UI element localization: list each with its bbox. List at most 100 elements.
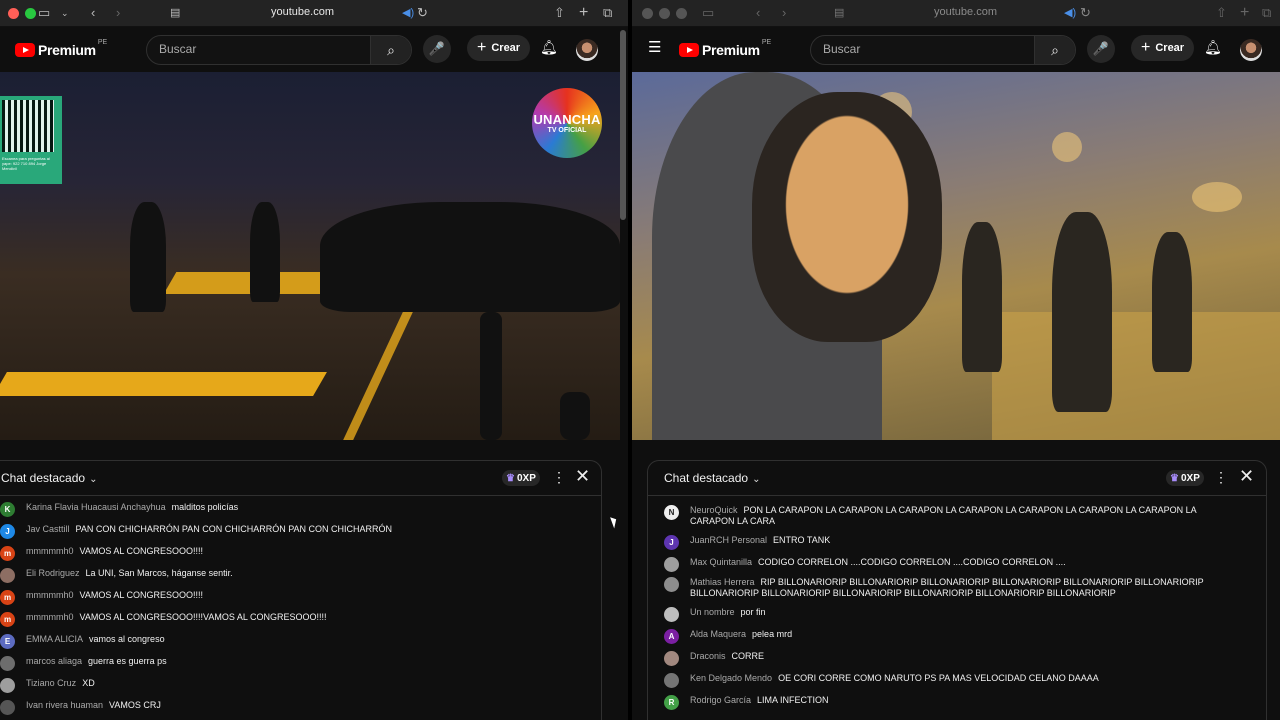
search-box[interactable]: ⌕	[146, 35, 412, 65]
chat-author[interactable]: Jav Casttill	[26, 524, 70, 534]
chat-message[interactable]: Ken Delgado Mendo OE CORI CORRE COMO NARU…	[664, 673, 1234, 688]
chat-author[interactable]: EMMA ALICIA	[26, 634, 83, 644]
chat-author[interactable]: Eli Rodriguez	[26, 568, 80, 578]
forward-icon[interactable]: ›	[116, 5, 120, 21]
chat-author[interactable]: marcos aliaga	[26, 656, 82, 666]
search-icon[interactable]: ⌕	[1034, 36, 1075, 64]
avatar[interactable]: A	[664, 629, 679, 644]
address-bar[interactable]: youtube.com	[934, 6, 997, 18]
avatar[interactable]	[0, 700, 15, 715]
new-tab-icon[interactable]: +	[1240, 5, 1249, 21]
avatar[interactable]: m	[0, 590, 15, 605]
avatar[interactable]	[1240, 39, 1262, 61]
avatar[interactable]: E	[0, 634, 15, 649]
chat-message[interactable]: R Rodrigo García LIMA INFECTION	[664, 695, 1234, 710]
chat-author[interactable]: Max Quintanilla	[690, 557, 752, 567]
close-icon[interactable]: ✕	[575, 466, 590, 487]
video-player[interactable]	[632, 72, 1280, 440]
reload-icon[interactable]: ↻	[417, 5, 428, 21]
tabs-overview-icon[interactable]: ⧉	[603, 5, 612, 21]
sidebar-toggle-icon[interactable]: ▭	[702, 5, 714, 21]
create-button[interactable]: + Crear	[467, 35, 531, 61]
chat-author[interactable]: mmmmmh0	[26, 590, 74, 600]
chat-message[interactable]: E EMMA ALICIA vamos al congreso	[0, 634, 560, 649]
avatar[interactable]	[664, 651, 679, 666]
avatar[interactable]	[664, 673, 679, 688]
bell-icon[interactable]: 🔔︎	[540, 39, 558, 56]
mic-icon[interactable]: 🎤	[1087, 35, 1115, 63]
close-window-button[interactable]	[642, 8, 653, 19]
chat-message[interactable]: Eli Rodriguez La UNI, San Marcos, háganse…	[0, 568, 560, 583]
scrollbar[interactable]	[620, 30, 626, 220]
avatar[interactable]	[0, 568, 15, 583]
avatar[interactable]: J	[0, 524, 15, 539]
back-icon[interactable]: ‹	[91, 5, 95, 21]
chat-message[interactable]: m mmmmmh0 VAMOS AL CONGRESOOO!!!!VAMOS AL …	[0, 612, 560, 627]
zoom-window-button[interactable]	[25, 8, 36, 19]
avatar[interactable]	[664, 557, 679, 572]
chat-message[interactable]: marcos aliaga guerra es guerra ps	[0, 656, 560, 671]
chevron-down-icon[interactable]: ⌄	[61, 5, 69, 21]
more-options-icon[interactable]: ⋮	[1214, 469, 1228, 486]
chat-message[interactable]: J JuanRCH Personal ENTRO TANK	[664, 535, 1234, 550]
chat-mode-dropdown[interactable]: Chat destacado ⌄	[1, 471, 97, 485]
forward-icon[interactable]: ›	[782, 5, 786, 21]
back-icon[interactable]: ‹	[756, 5, 760, 21]
chat-author[interactable]: Alda Maquera	[690, 629, 746, 639]
search-input[interactable]	[821, 41, 1005, 57]
reload-icon[interactable]: ↻	[1080, 5, 1091, 21]
chat-author[interactable]: Mathias Herrera	[690, 577, 755, 587]
bell-icon[interactable]: 🔔︎	[1204, 39, 1222, 56]
search-icon[interactable]: ⌕	[370, 36, 411, 64]
mic-icon[interactable]: 🎤	[423, 35, 451, 63]
video-player[interactable]: Escanea para preguntas al yape: 922 710 …	[0, 72, 620, 440]
search-box[interactable]: ⌕	[810, 35, 1076, 65]
create-button[interactable]: + Crear	[1131, 35, 1195, 61]
chat-author[interactable]: Ken Delgado Mendo	[690, 673, 772, 683]
new-tab-icon[interactable]: +	[579, 5, 588, 21]
sidebar-toggle-icon[interactable]: ▭	[38, 5, 50, 21]
chat-message[interactable]: m mmmmmh0 VAMOS AL CONGRESOOO!!!!	[0, 590, 560, 605]
zoom-window-button[interactable]	[676, 8, 687, 19]
address-bar[interactable]: youtube.com	[271, 6, 334, 18]
avatar[interactable]: K	[0, 502, 15, 517]
avatar[interactable]: N	[664, 505, 679, 520]
chat-message[interactable]: N NeuroQuick PON LA CARAPON LA CARAPON LA …	[664, 505, 1234, 527]
minimize-window-button[interactable]	[659, 8, 670, 19]
chat-author[interactable]: NeuroQuick	[690, 505, 738, 515]
chat-author[interactable]: JuanRCH Personal	[690, 535, 767, 545]
chat-author[interactable]: mmmmmh0	[26, 546, 74, 556]
chat-author[interactable]: Draconis	[690, 651, 726, 661]
more-options-icon[interactable]: ⋮	[552, 469, 566, 486]
chat-message[interactable]: Ivan rivera huaman VAMOS CRJ	[0, 700, 560, 715]
chat-author[interactable]: mmmmmh0	[26, 612, 74, 622]
chat-message[interactable]: K Karina Flavia Huacausi Anchayhua maldito…	[0, 502, 560, 517]
chat-message[interactable]: Max Quintanilla CODIGO CORRELON ....CODIG…	[664, 557, 1234, 572]
avatar[interactable]	[0, 678, 15, 693]
audio-icon[interactable]: ◀)	[1064, 5, 1076, 21]
tabs-overview-icon[interactable]: ⧉	[1262, 5, 1271, 21]
chat-author[interactable]: Ivan rivera huaman	[26, 700, 103, 710]
chat-message[interactable]: Un nombre por fin	[664, 607, 1234, 622]
chat-message[interactable]: A Alda Maquera pelea mrd	[664, 629, 1234, 644]
avatar[interactable]: R	[664, 695, 679, 710]
search-input[interactable]	[157, 41, 341, 57]
share-icon[interactable]: ⇧	[554, 5, 565, 21]
chat-message[interactable]: J Jav Casttill PAN CON CHICHARRÓN PAN CON …	[0, 524, 560, 539]
avatar[interactable]	[576, 39, 598, 61]
youtube-premium-logo[interactable]: Premium PE	[679, 39, 771, 58]
avatar[interactable]: J	[664, 535, 679, 550]
youtube-premium-logo[interactable]: Premium PE	[15, 39, 107, 58]
close-icon[interactable]: ✕	[1239, 466, 1254, 487]
avatar[interactable]: m	[0, 612, 15, 627]
audio-icon[interactable]: ◀)	[402, 5, 414, 21]
xp-badge[interactable]: ♛ 0XP	[1166, 470, 1204, 486]
chat-message[interactable]: Tiziano Cruz XD	[0, 678, 560, 693]
chat-author[interactable]: Rodrigo García	[690, 695, 751, 705]
chat-message[interactable]: m mmmmmh0 VAMOS AL CONGRESOOO!!!!	[0, 546, 560, 561]
chat-author[interactable]: Karina Flavia Huacausi Anchayhua	[26, 502, 166, 512]
chat-mode-dropdown[interactable]: Chat destacado ⌄	[664, 471, 760, 485]
menu-icon[interactable]: ☰	[648, 38, 661, 56]
avatar[interactable]	[664, 577, 679, 592]
chat-author[interactable]: Un nombre	[690, 607, 735, 617]
